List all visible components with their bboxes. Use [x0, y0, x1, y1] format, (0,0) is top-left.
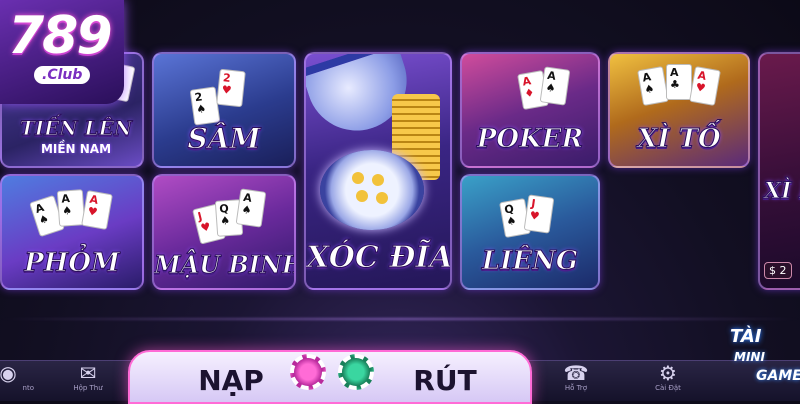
card-decoration: A♠	[235, 188, 267, 228]
card-decoration: A♠	[637, 66, 669, 106]
game-title: TIẾN LÊN	[19, 116, 133, 141]
nav-label: Hộp Thư	[73, 384, 103, 392]
game-title: MẬU BINH	[154, 250, 296, 280]
card-decoration: A♠	[539, 66, 571, 106]
game-tile-mau-binh[interactable]: J ♥ Q ♠ A ♠ MẬU BINH	[152, 174, 296, 290]
promo-line-3: GAME	[756, 368, 800, 384]
nav-label: Cài Đặt	[655, 384, 681, 392]
gift-icon: ◉	[0, 361, 17, 385]
nav-label: nto	[22, 384, 34, 392]
game-title: PHỎM	[24, 248, 121, 279]
game-title: SÂM	[187, 122, 261, 156]
card-decoration: 2 ♠	[189, 86, 221, 126]
promo-line-1: TÀI	[730, 326, 762, 347]
logo-number: 789	[8, 6, 113, 66]
currency-badge: $ 2	[764, 262, 792, 279]
lobby-screen: A♠ TIẾN LÊN MIỀN NAM 2♠ 2♥ SÂM XÓC ĐĨA A…	[0, 0, 800, 404]
dice-pieces	[352, 172, 392, 208]
mail-icon: ✉	[79, 361, 97, 385]
nav-support[interactable]: ☎ Hỗ Trợ	[546, 362, 606, 400]
card-decoration: A ♥	[81, 190, 113, 230]
card-decoration: A ♣	[666, 64, 692, 100]
nav-settings[interactable]: ⚙ Cài Đặt	[638, 362, 698, 400]
game-tile-poker[interactable]: A ♦ A ♠ POKER	[460, 52, 600, 168]
game-tile-lieng[interactable]: Q ♠ J ♥ LIÊNG	[460, 174, 600, 290]
game-title: XÓC ĐĨA	[306, 240, 452, 276]
card-decoration: J ♥	[523, 194, 555, 234]
gear-icon: ⚙	[659, 361, 677, 385]
game-title: LIÊNG	[481, 246, 579, 277]
nav-partial-left[interactable]: ◉ nto	[0, 362, 38, 400]
deposit-button[interactable]: NẠP	[176, 362, 286, 400]
game-tile-phom[interactable]: A ♠ A ♠ A ♥ PHỎM	[0, 174, 144, 290]
phone-icon: ☎	[563, 361, 589, 385]
mini-game-promo[interactable]: TÀI MINI GAME	[718, 326, 800, 400]
brand-logo[interactable]: 789 .Club	[0, 0, 124, 104]
chip-pink-icon	[290, 354, 326, 390]
chip-green-icon	[338, 354, 374, 390]
game-title: XÌ L	[764, 178, 800, 205]
game-tile-xi-to[interactable]: A ♠ A ♣ A ♥ XÌ TỐ	[608, 52, 750, 168]
nav-label: Hỗ Trợ	[564, 384, 588, 392]
game-tile-xoc-dia[interactable]: XÓC ĐĨA	[304, 52, 452, 290]
game-title: XÌ TỐ	[637, 124, 721, 155]
withdraw-button[interactable]: RÚT	[390, 362, 500, 400]
card-decoration: 2 ♥	[216, 68, 246, 108]
game-tile-sam[interactable]: 2 ♠ 2 ♥ SÂM	[152, 52, 296, 168]
nav-inbox[interactable]: ✉ Hộp Thư	[58, 362, 118, 400]
game-tile-xi-lat[interactable]: XÌ L $ 2	[758, 52, 800, 290]
game-subtitle: MIỀN NAM	[40, 142, 112, 156]
card-decoration: A ♥	[689, 66, 721, 106]
game-title: POKER	[476, 124, 584, 155]
logo-suffix: .Club	[34, 66, 91, 84]
stage-glow	[0, 318, 800, 320]
promo-line-2: MINI	[734, 350, 765, 364]
